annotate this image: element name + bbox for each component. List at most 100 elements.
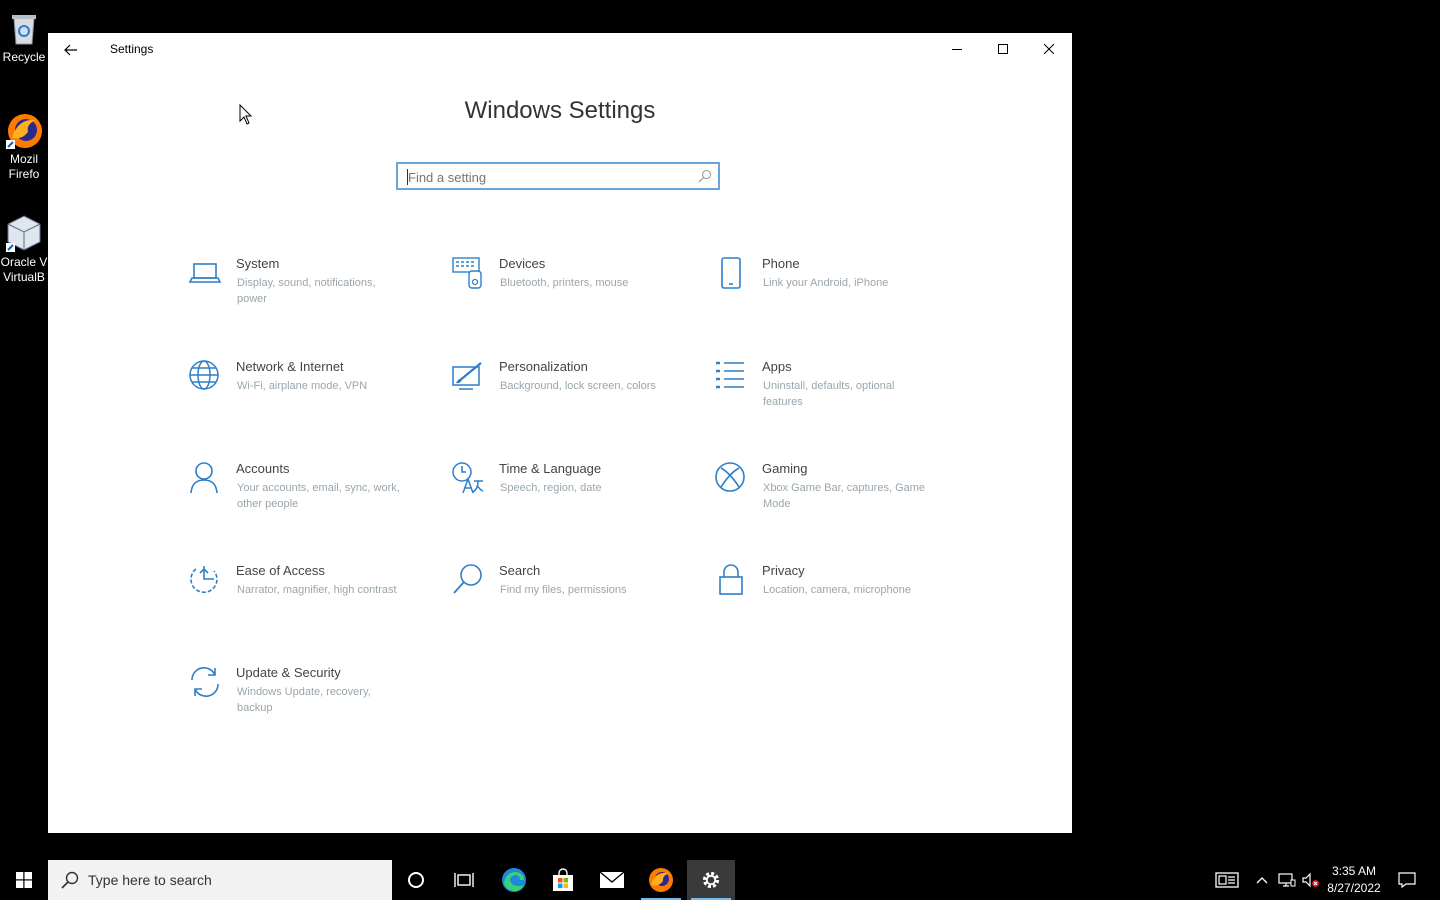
- tile-name: Personalization: [499, 359, 588, 374]
- tile-name: Privacy: [762, 563, 805, 578]
- chevron-up-icon: [1256, 877, 1268, 884]
- task-view-icon: [454, 873, 474, 887]
- tile-name: Search: [499, 563, 541, 578]
- task-view-button[interactable]: [440, 860, 488, 900]
- phone-icon: [721, 257, 741, 289]
- tile-description: Link your Android, iPhone: [763, 277, 889, 289]
- tile-accounts[interactable]: Accounts Your accounts, email, sync, wor…: [188, 461, 438, 541]
- tile-name: Ease of Access: [236, 563, 325, 578]
- firefox-icon: [649, 868, 673, 892]
- back-button[interactable]: [56, 35, 86, 65]
- taskbar-search-box[interactable]: Type here to search: [48, 860, 392, 900]
- tile-gaming[interactable]: Gaming Xbox Game Bar, captures, Game Mod…: [714, 461, 964, 541]
- news-widget-button[interactable]: [1212, 860, 1242, 900]
- tile-network[interactable]: Network & Internet Wi-Fi, airplane mode,…: [188, 359, 438, 439]
- action-center-button[interactable]: [1394, 860, 1420, 900]
- volume-muted-icon: [1302, 872, 1319, 888]
- network-status-button[interactable]: [1276, 860, 1298, 900]
- window-title: Settings: [110, 42, 154, 56]
- tile-description: Bluetooth, printers, mouse: [500, 277, 629, 289]
- title-bar[interactable]: Settings: [48, 33, 1072, 65]
- tile-system[interactable]: System Display, sound, notifications, po…: [188, 256, 438, 336]
- tile-name: Network & Internet: [236, 359, 344, 374]
- tile-devices[interactable]: Devices Bluetooth, printers, mouse: [451, 256, 701, 336]
- cortana-button[interactable]: [392, 860, 440, 900]
- search-icon: [698, 169, 712, 183]
- tile-ease-of-access[interactable]: Ease of Access Narrator, magnifier, high…: [188, 563, 438, 643]
- time-language-icon: [452, 462, 484, 494]
- close-button[interactable]: [1026, 33, 1072, 65]
- windows-logo-icon: [16, 872, 32, 888]
- desktop-icon-label-line1: Mozil: [9, 152, 38, 166]
- desktop-icon-virtualbox[interactable]: Oracle V VirtualB: [0, 213, 48, 285]
- tile-description: Narrator, magnifier, high contrast: [237, 584, 397, 596]
- firefox-icon: [6, 114, 42, 149]
- close-icon: [1044, 44, 1054, 54]
- search-icon: [61, 871, 79, 889]
- tile-description: Display, sound, notifications, power: [237, 277, 376, 305]
- ease-of-access-icon: [190, 566, 218, 594]
- clock-time: 3:35 AM: [1331, 864, 1377, 878]
- desktop-icon-label-line2: VirtualB: [3, 270, 45, 284]
- mouse-cursor-icon: [239, 104, 253, 125]
- tile-phone[interactable]: Phone Link your Android, iPhone: [714, 256, 964, 336]
- taskbar-edge[interactable]: [490, 860, 538, 900]
- tile-privacy[interactable]: Privacy Location, camera, microphone: [714, 563, 964, 643]
- desktop-icon-firefox[interactable]: Mozil Firefo: [0, 110, 48, 182]
- tile-name: System: [236, 256, 280, 271]
- page-title: Windows Settings: [464, 97, 656, 124]
- tile-description: Find my files, permissions: [500, 584, 627, 596]
- clock-date: 8/27/2022: [1327, 881, 1381, 895]
- laptop-icon: [188, 263, 222, 283]
- notification-icon: [1398, 872, 1416, 888]
- maximize-button[interactable]: [980, 33, 1026, 65]
- taskbar: Type here to search 3:35 AM 8/27/2022: [0, 860, 1440, 900]
- tile-name: Phone: [762, 256, 800, 271]
- desktop-icon-recycle-bin[interactable]: Recycle: [0, 8, 48, 65]
- taskbar-firefox[interactable]: [637, 860, 685, 900]
- settings-window: Settings Windows Settings System Display…: [48, 33, 1072, 833]
- text-caret: [407, 169, 408, 185]
- find-setting-input[interactable]: [406, 167, 690, 187]
- tile-description: Xbox Game Bar, captures, Game Mode: [763, 482, 926, 510]
- news-icon: [1215, 872, 1239, 888]
- show-hidden-icons-button[interactable]: [1252, 860, 1272, 900]
- tile-description: Speech, region, date: [500, 482, 602, 494]
- virtualbox-icon: [6, 215, 41, 252]
- lock-icon: [719, 564, 743, 595]
- tile-name: Apps: [762, 359, 792, 374]
- globe-icon: [189, 360, 219, 390]
- gear-icon: [702, 871, 720, 889]
- tile-description: Location, camera, microphone: [763, 584, 911, 596]
- tile-description: Windows Update, recovery, backup: [237, 686, 371, 714]
- find-setting-box[interactable]: [396, 162, 720, 190]
- cortana-circle-icon: [408, 872, 424, 888]
- start-button[interactable]: [0, 860, 48, 900]
- minimize-button[interactable]: [934, 33, 980, 65]
- tile-personalization[interactable]: Personalization Background, lock screen,…: [451, 359, 701, 439]
- search-icon: [453, 564, 482, 594]
- tile-name: Update & Security: [236, 665, 341, 680]
- tile-time-language[interactable]: Time & Language Speech, region, date: [451, 461, 701, 541]
- tile-search[interactable]: Search Find my files, permissions: [451, 563, 701, 643]
- store-bag-icon: [553, 868, 573, 891]
- xbox-icon: [715, 462, 745, 492]
- tile-update-security[interactable]: Update & Security Windows Update, recove…: [188, 665, 438, 745]
- minimize-icon: [952, 49, 962, 50]
- volume-button[interactable]: [1300, 860, 1322, 900]
- sync-icon: [191, 666, 219, 698]
- apps-list-icon: [716, 361, 744, 389]
- tile-apps[interactable]: Apps Uninstall, defaults, optional featu…: [714, 359, 964, 439]
- taskbar-mail[interactable]: [588, 860, 636, 900]
- taskbar-clock[interactable]: 3:35 AM 8/27/2022: [1322, 863, 1386, 897]
- desktop-icon-label-line1: Oracle V: [0, 255, 48, 269]
- tile-description: Background, lock screen, colors: [500, 380, 656, 392]
- tile-description: Your accounts, email, sync, work, other …: [237, 482, 400, 510]
- recycle-bin-icon: [12, 15, 36, 45]
- tile-name: Devices: [499, 256, 546, 271]
- mail-icon: [599, 871, 625, 888]
- tile-name: Gaming: [762, 461, 808, 476]
- taskbar-settings[interactable]: [687, 860, 735, 900]
- taskbar-store[interactable]: [539, 860, 587, 900]
- network-icon: [1278, 873, 1296, 887]
